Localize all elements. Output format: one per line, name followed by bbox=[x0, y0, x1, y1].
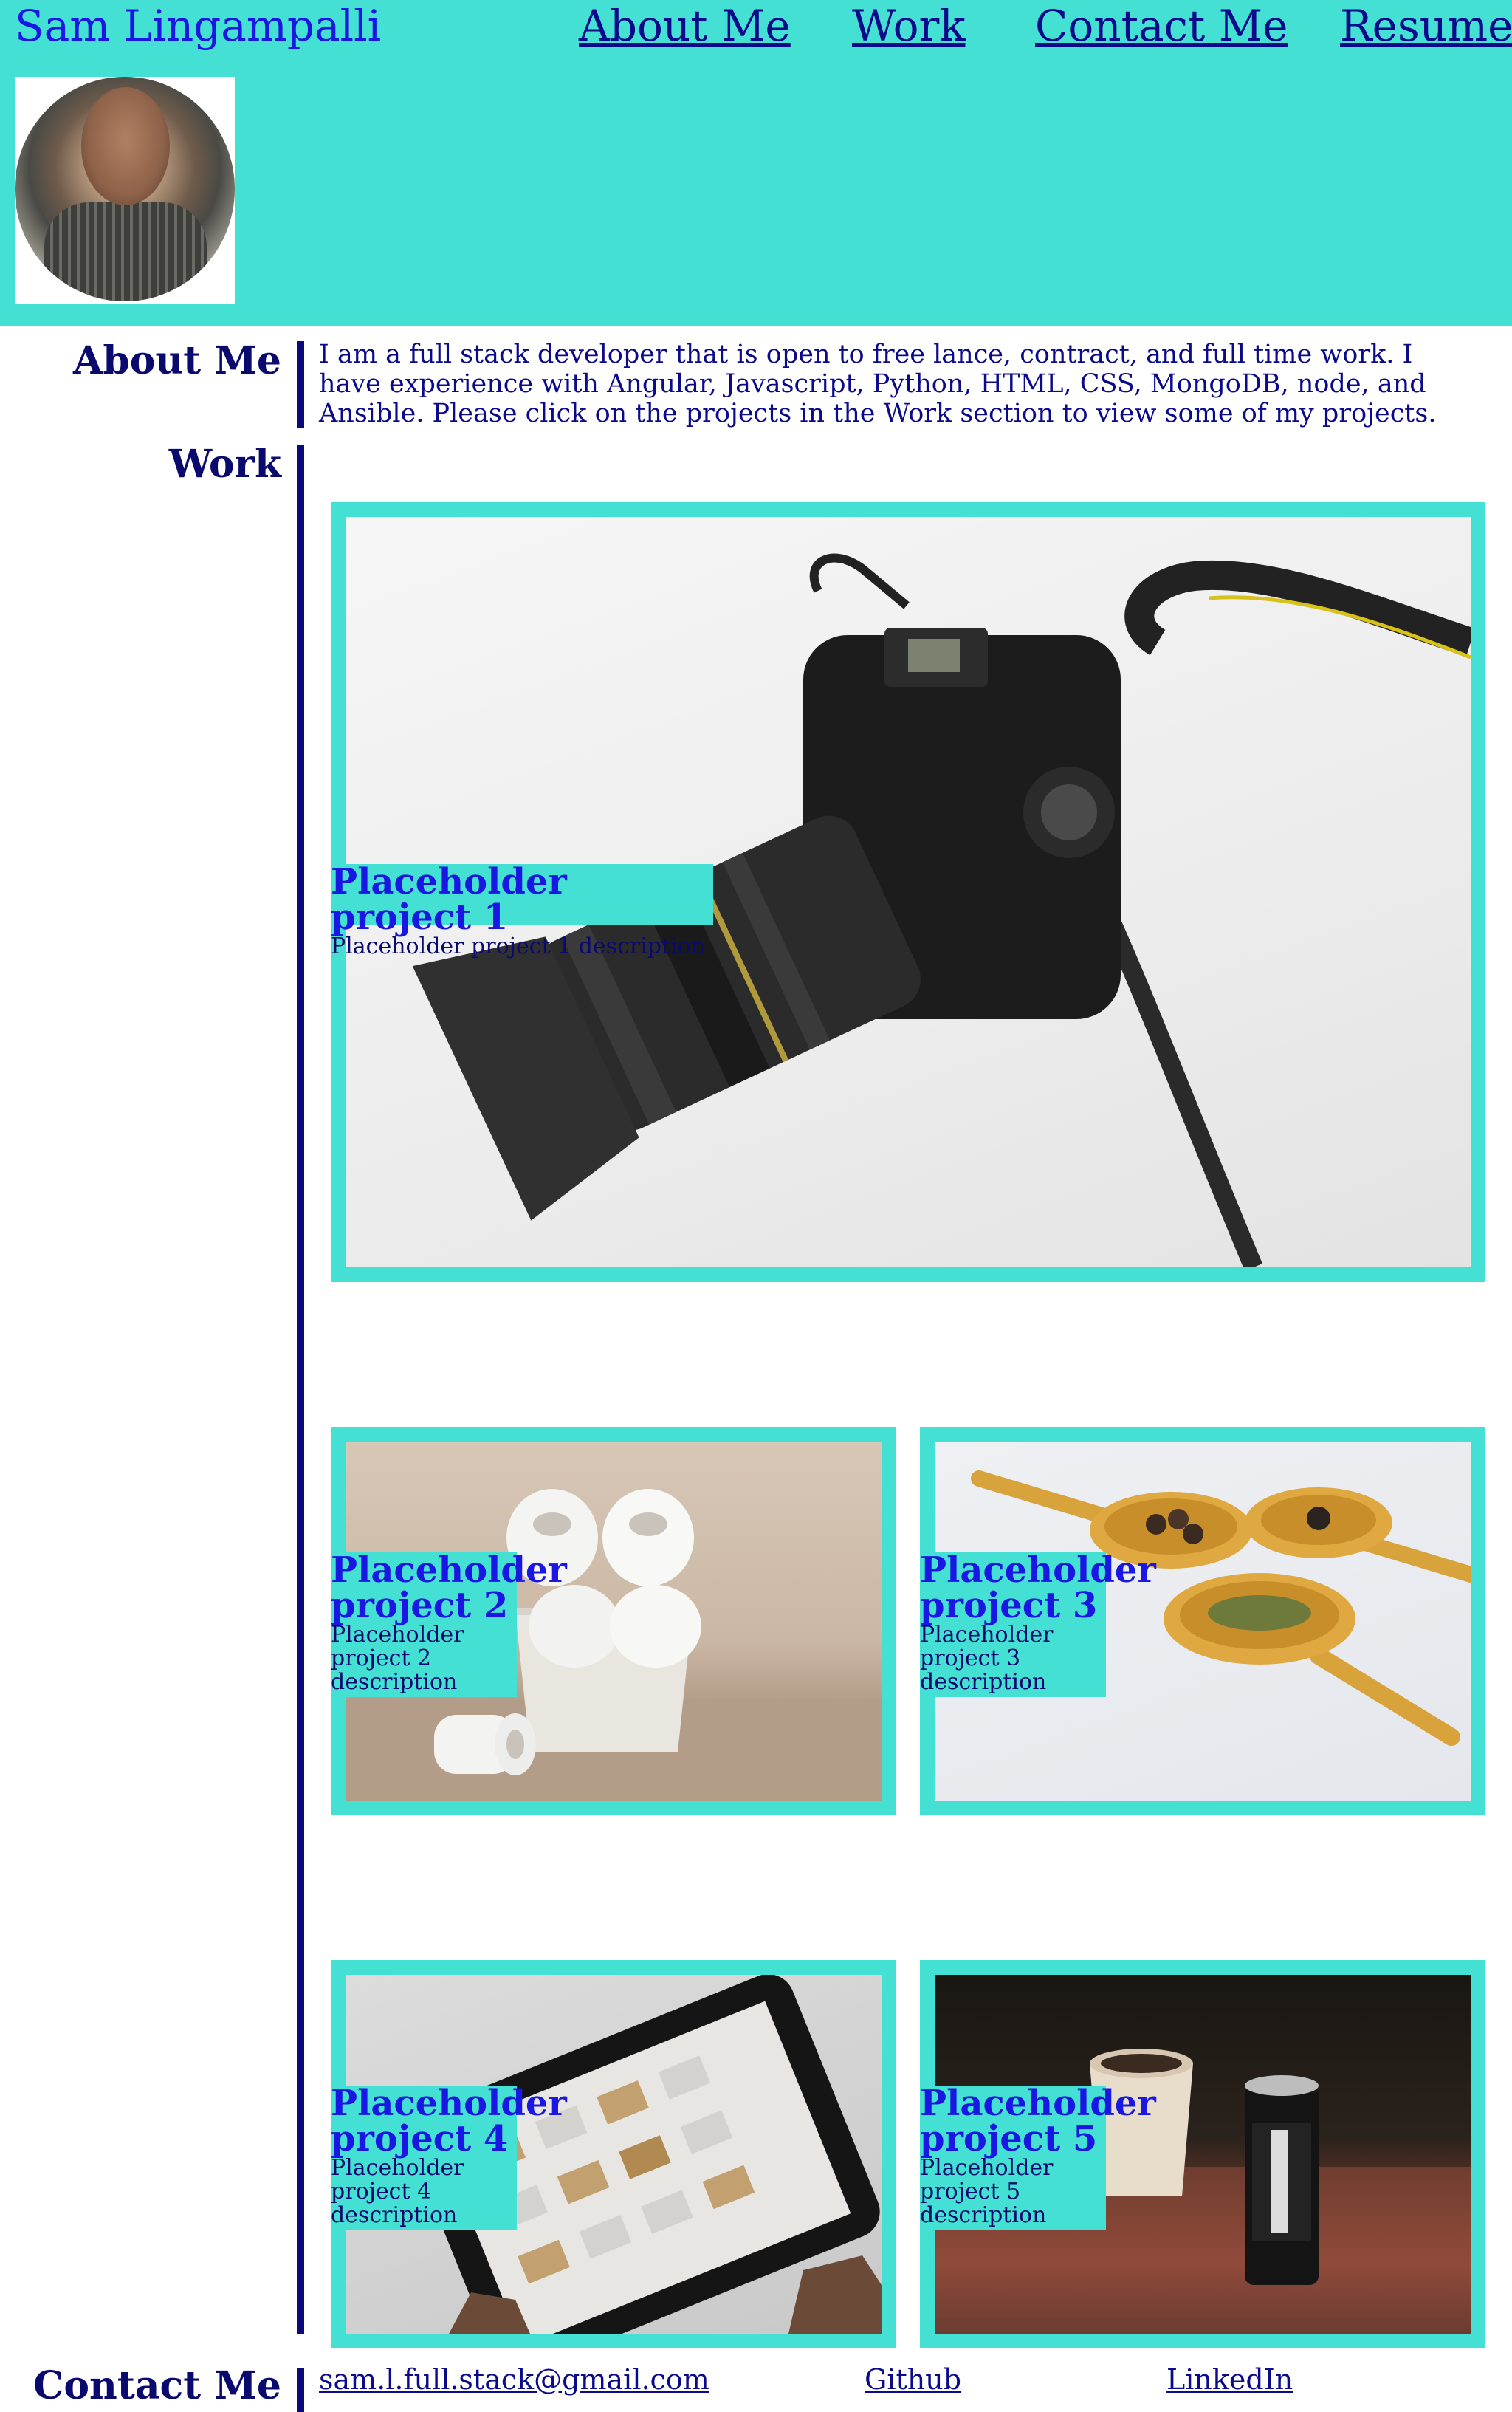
project-description-3: Placeholder project 3 description bbox=[920, 1622, 1054, 1695]
email-link[interactable]: sam.l.full.stack@gmail.com bbox=[319, 2363, 709, 2396]
project-description-1: Placeholder project 1 description bbox=[331, 933, 706, 959]
project-label-4: Placeholder project 4 Placeholder projec… bbox=[331, 2086, 567, 2230]
project-label-3: Placeholder project 3 Placeholder projec… bbox=[920, 1552, 1156, 1697]
profile-photo bbox=[15, 77, 235, 301]
project-title-5[interactable]: Placeholder project 5 bbox=[920, 2086, 1156, 2156]
project-card-2[interactable]: Placeholder project 2 Placeholder projec… bbox=[331, 1427, 896, 1815]
about-text: I am a full stack developer that is open… bbox=[319, 340, 1437, 428]
contact-divider bbox=[297, 2368, 304, 2412]
project-description-5: Placeholder project 5 description bbox=[920, 2155, 1054, 2228]
nav-link-resume[interactable]: Resume bbox=[1340, 0, 1512, 52]
project-card-1[interactable]: Placeholder project 1 Placeholder projec… bbox=[331, 502, 1485, 1282]
contact-heading: Contact Me bbox=[32, 2363, 281, 2408]
project-title-3[interactable]: Placeholder project 3 bbox=[920, 1552, 1156, 1623]
work-heading: Work bbox=[168, 442, 281, 487]
work-divider bbox=[297, 445, 304, 2334]
project-label-5: Placeholder project 5 Placeholder projec… bbox=[920, 2086, 1156, 2230]
about-divider bbox=[297, 341, 304, 428]
profile-face bbox=[81, 87, 170, 205]
nav-link-work[interactable]: Work bbox=[852, 0, 965, 52]
project-card-5[interactable]: Placeholder project 5 Placeholder projec… bbox=[920, 1960, 1485, 2348]
project-description-4: Placeholder project 4 description bbox=[331, 2155, 464, 2228]
project-card-4[interactable]: Placeholder project 4 Placeholder projec… bbox=[331, 1960, 896, 2348]
site-header: Sam Lingampalli About Me Work Contact Me… bbox=[0, 0, 1512, 326]
about-heading: About Me bbox=[73, 338, 281, 383]
profile-avatar bbox=[15, 77, 235, 304]
project-label-1: Placeholder project 1 Placeholder projec… bbox=[331, 864, 713, 959]
project-label-2: Placeholder project 2 Placeholder projec… bbox=[331, 1552, 567, 1697]
profile-shirt bbox=[44, 202, 207, 301]
project-title-2[interactable]: Placeholder project 2 bbox=[331, 1552, 567, 1623]
linkedin-link[interactable]: LinkedIn bbox=[1166, 2363, 1293, 2396]
nav-link-contact-me[interactable]: Contact Me bbox=[1035, 0, 1288, 52]
project-description-2: Placeholder project 2 description bbox=[331, 1622, 464, 1695]
project-title-4[interactable]: Placeholder project 4 bbox=[331, 2086, 567, 2156]
project-title-1[interactable]: Placeholder project 1 bbox=[331, 864, 713, 935]
site-title: Sam Lingampalli bbox=[15, 1, 382, 51]
nav-link-about-me[interactable]: About Me bbox=[579, 0, 791, 52]
github-link[interactable]: Github bbox=[865, 2363, 961, 2396]
project-card-3[interactable]: Placeholder project 3 Placeholder projec… bbox=[920, 1427, 1485, 1815]
